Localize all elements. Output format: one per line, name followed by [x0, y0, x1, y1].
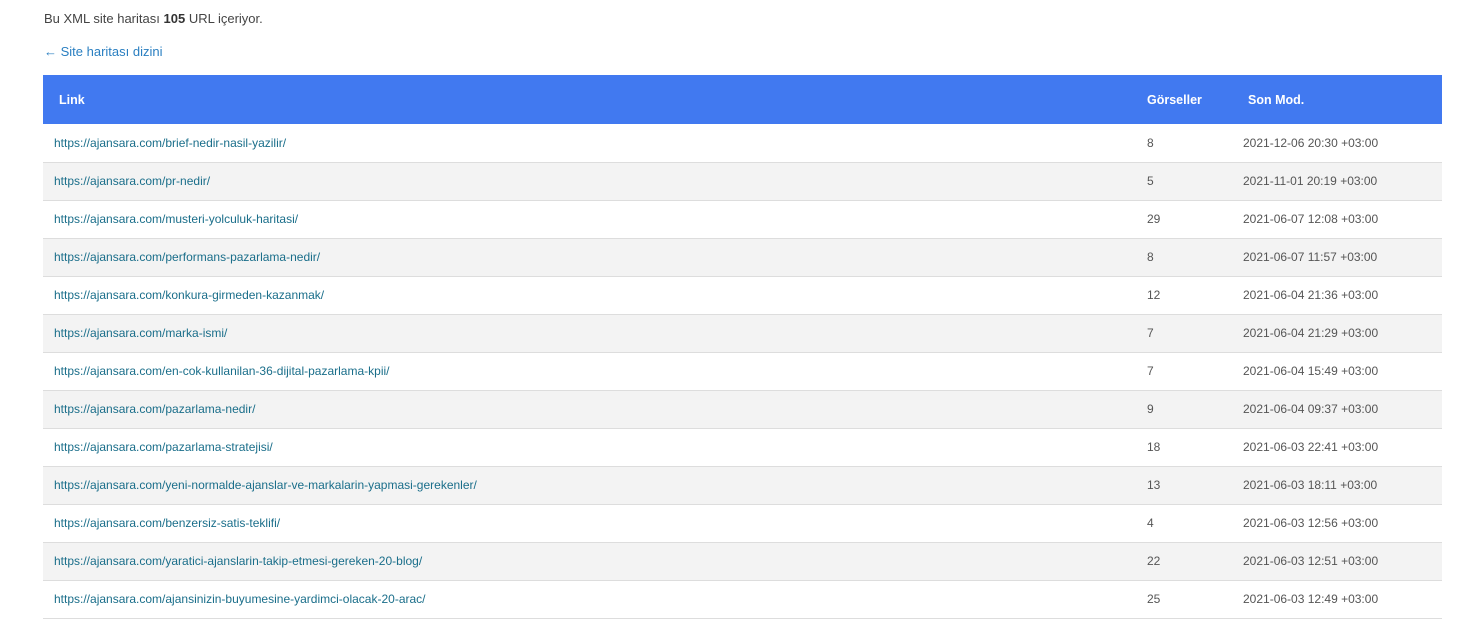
last-modified-cell: 2021-06-03 12:56 +03:00 [1243, 516, 1379, 530]
url-cell: https://ajansara.com/yeni-normalde-ajans… [43, 466, 1147, 504]
url-count: 105 [163, 11, 186, 26]
table-body: https://ajansara.com/brief-nedir-nasil-y… [43, 124, 1442, 618]
images-count-cell: 4 [1147, 516, 1154, 530]
table-row: https://ajansara.com/yeni-normalde-ajans… [43, 466, 1442, 504]
table-row: https://ajansara.com/pr-nedir/5 2021-11-0… [43, 162, 1442, 200]
column-header-modified: Son Mod. [1248, 92, 1305, 107]
last-modified-cell: 2021-06-03 12:49 +03:00 [1243, 592, 1379, 606]
url-link[interactable]: https://ajansara.com/brief-nedir-nasil-y… [54, 136, 286, 150]
images-count-cell: 8 [1147, 250, 1154, 264]
sitemap-index-link[interactable]: ← Site haritası dizini [44, 44, 163, 59]
url-cell: https://ajansara.com/en-cok-kullanilan-3… [43, 352, 1147, 390]
url-link[interactable]: https://ajansara.com/pazarlama-nedir/ [54, 402, 255, 416]
url-cell: https://ajansara.com/musteri-yolculuk-ha… [43, 200, 1147, 238]
table-row: https://ajansara.com/en-cok-kullanilan-3… [43, 352, 1442, 390]
images-count-cell: 7 [1147, 364, 1154, 378]
last-modified-cell: 2021-06-03 18:11 +03:00 [1243, 478, 1378, 492]
table-row: https://ajansara.com/ajansinizin-buyumes… [43, 580, 1442, 618]
header-row: Link Görseller Son Mod. [43, 75, 1442, 124]
table-row: https://ajansara.com/pazarlama-stratejis… [43, 428, 1442, 466]
url-link[interactable]: https://ajansara.com/pazarlama-stratejis… [54, 440, 273, 454]
url-cell: https://ajansara.com/yaratici-ajanslarin… [43, 542, 1147, 580]
url-cell: https://ajansara.com/performans-pazarlam… [43, 238, 1147, 276]
table-row: https://ajansara.com/marka-ismi/7 2021-06… [43, 314, 1442, 352]
last-modified-cell: 2021-12-06 20:30 +03:00 [1243, 135, 1379, 150]
table-row: https://ajansara.com/pazarlama-nedir/9 20… [43, 390, 1442, 428]
last-modified-cell: 2021-06-07 11:57 +03:00 [1243, 250, 1378, 264]
sitemap-summary: Bu XML site haritası 105 URL içeriyor. [44, 11, 263, 26]
url-cell: https://ajansara.com/marka-ismi/ [43, 314, 1147, 352]
images-count-cell: 8 [1147, 135, 1154, 150]
url-cell: https://ajansara.com/pazarlama-nedir/ [43, 390, 1147, 428]
table-header: Link Görseller Son Mod. [43, 75, 1442, 124]
summary-suffix: URL içeriyor. [188, 11, 263, 26]
last-modified-cell: 2021-06-03 12:51 +03:00 [1243, 554, 1379, 568]
images-count-cell: 25 [1147, 592, 1161, 606]
images-count-cell: 12 [1147, 288, 1161, 302]
sitemap-table: Link Görseller Son Mod. https://ajansara… [43, 75, 1442, 619]
last-modified-cell: 2021-06-04 15:49 +03:00 [1243, 364, 1379, 378]
table-row: https://ajansara.com/performans-pazarlam… [43, 238, 1442, 276]
last-modified-cell: 2021-06-07 12:08 +03:00 [1243, 212, 1379, 226]
url-cell: https://ajansara.com/benzersiz-satis-tek… [43, 504, 1147, 542]
url-cell: https://ajansara.com/ajansinizin-buyumes… [43, 580, 1147, 618]
url-link[interactable]: https://ajansara.com/benzersiz-satis-tek… [54, 516, 280, 530]
url-cell: https://ajansara.com/pazarlama-stratejis… [43, 428, 1147, 466]
table-row: https://ajansara.com/brief-nedir-nasil-y… [43, 124, 1442, 162]
last-modified-cell: 2021-06-04 21:29 +03:00 [1243, 326, 1379, 340]
url-link[interactable]: https://ajansara.com/ajansinizin-buyumes… [54, 592, 426, 606]
url-link[interactable]: https://ajansara.com/musteri-yolculuk-ha… [54, 212, 298, 226]
table-row: https://ajansara.com/konkura-girmeden-ka… [43, 276, 1442, 314]
summary-prefix: Bu XML site haritası [44, 11, 160, 26]
url-cell: https://ajansara.com/pr-nedir/ [43, 162, 1147, 200]
url-cell: https://ajansara.com/konkura-girmeden-ka… [43, 276, 1147, 314]
url-link[interactable]: https://ajansara.com/marka-ismi/ [54, 326, 227, 340]
table-row: https://ajansara.com/musteri-yolculuk-ha… [43, 200, 1442, 238]
url-link[interactable]: https://ajansara.com/konkura-girmeden-ka… [54, 288, 324, 302]
last-modified-cell: 2021-06-04 21:36 +03:00 [1243, 288, 1379, 302]
url-link[interactable]: https://ajansara.com/performans-pazarlam… [54, 250, 320, 264]
images-count-cell: 29 [1147, 212, 1161, 226]
images-count-cell: 18 [1147, 440, 1161, 454]
table-row: https://ajansara.com/yaratici-ajanslarin… [43, 542, 1442, 580]
url-cell: https://ajansara.com/brief-nedir-nasil-y… [43, 124, 1147, 162]
url-link[interactable]: https://ajansara.com/en-cok-kullanilan-3… [54, 364, 389, 378]
column-header-images: Görseller [1147, 92, 1202, 107]
table-row: https://ajansara.com/benzersiz-satis-tek… [43, 504, 1442, 542]
column-header-link: Link [59, 92, 85, 107]
images-count-cell: 13 [1147, 478, 1161, 492]
last-modified-cell: 2021-06-03 22:41 +03:00 [1243, 440, 1379, 454]
last-modified-cell: 2021-06-04 09:37 +03:00 [1243, 402, 1379, 416]
url-link[interactable]: https://ajansara.com/yeni-normalde-ajans… [54, 478, 477, 492]
images-count-cell: 5 [1147, 174, 1154, 188]
url-link[interactable]: https://ajansara.com/yaratici-ajanslarin… [54, 554, 422, 568]
images-count-cell: 7 [1147, 326, 1154, 340]
images-count-cell: 9 [1147, 402, 1154, 416]
last-modified-cell: 2021-11-01 20:19 +03:00 [1243, 174, 1378, 188]
images-count-cell: 22 [1147, 554, 1161, 568]
url-link[interactable]: https://ajansara.com/pr-nedir/ [54, 174, 210, 188]
